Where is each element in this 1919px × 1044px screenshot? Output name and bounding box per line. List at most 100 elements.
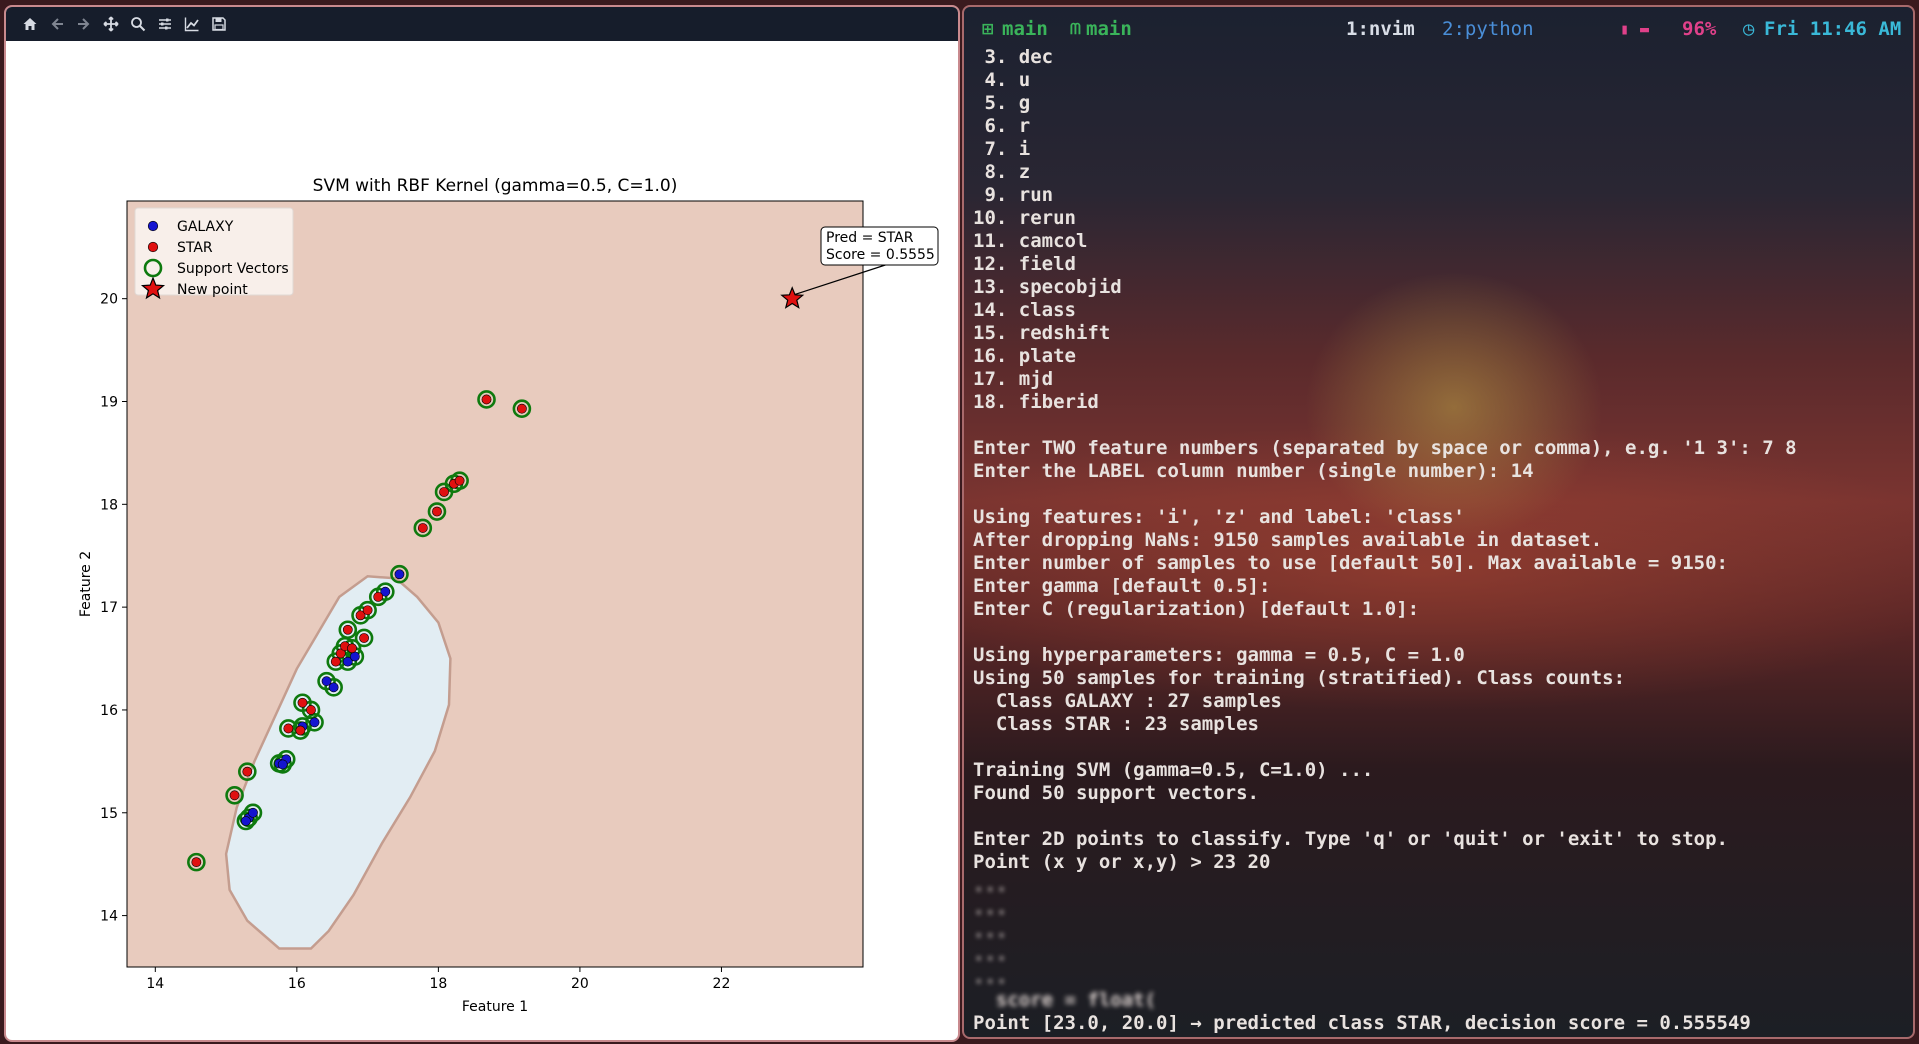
zoom-icon[interactable] <box>124 11 151 38</box>
legend-galaxy-marker <box>147 220 159 232</box>
star-point <box>191 857 202 868</box>
terminal-line: Enter 2D points to classify. Type 'q' or… <box>973 828 1728 850</box>
terminal-line: 15. redshift <box>973 322 1111 344</box>
matplotlib-toolbar <box>6 7 958 41</box>
terminal-line: Class GALAXY : 27 samples <box>973 690 1282 712</box>
legend-star-marker <box>147 241 159 253</box>
star-point <box>242 766 253 777</box>
save-icon[interactable] <box>205 11 232 38</box>
legend-label: Support Vectors <box>177 261 289 277</box>
terminal-line: 13. specobjid <box>973 276 1122 298</box>
terminal-line: 10. rerun <box>973 207 1076 229</box>
terminal-line: 4. u <box>973 69 1031 91</box>
terminal-line: Class STAR : 23 samples <box>973 713 1259 735</box>
star-point <box>342 624 353 635</box>
terminal-line: 17. mjd <box>973 368 1054 390</box>
star-point <box>306 705 316 715</box>
star-point <box>481 394 492 405</box>
terminal-line: Point (x y or x,y) > 23 20 <box>973 851 1271 873</box>
y-tick-label: 16 <box>100 703 118 719</box>
star-point <box>347 643 357 654</box>
session-name: main <box>1002 18 1048 40</box>
galaxy-point <box>248 807 258 818</box>
terminal-prompt-line[interactable] <box>973 1035 1903 1037</box>
forward-arrow-icon[interactable] <box>70 11 97 38</box>
pan-icon[interactable] <box>97 11 124 38</box>
chart-title: SVM with RBF Kernel (gamma=0.5, C=1.0) <box>313 176 678 196</box>
star-point <box>516 403 527 414</box>
terminal-line: After dropping NaNs: 9150 samples availa… <box>973 529 1603 551</box>
terminal-line: 11. camcol <box>973 230 1088 252</box>
star-point <box>417 523 428 533</box>
git-branch-icon: ᗰ <box>1070 20 1081 38</box>
star-point <box>359 633 369 643</box>
terminal-line: Enter the LABEL column number (single nu… <box>973 460 1534 482</box>
battery-level-icon: ▬ <box>1640 20 1650 38</box>
terminal-line: Point [23.0, 20.0] → predicted class STA… <box>973 1012 1751 1034</box>
star-point <box>295 725 306 736</box>
clock: Fri 11:46 AM <box>1764 18 1902 40</box>
terminal-output: 3. dec 4. u 5. g 6. r 7. i 8. z 9. run 10… <box>973 46 1903 1037</box>
annotation-score: Score = 0.5555 <box>826 247 935 263</box>
terminal-window[interactable]: ⊞ main ᗰ main 1:nvim 2:python ▮ ▬ 96% ◷ … <box>962 5 1915 1039</box>
terminal-line-blurred: ... <box>973 966 1008 988</box>
x-tick-label: 18 <box>429 976 447 992</box>
terminal-line: Using features: 'i', 'z' and label: 'cla… <box>973 506 1465 528</box>
terminal-line: Enter TWO feature numbers (separated by … <box>973 437 1797 459</box>
galaxy-point <box>328 682 339 693</box>
home-icon[interactable] <box>16 11 43 38</box>
terminal-line-blurred: ... <box>973 943 1008 965</box>
figure-canvas[interactable]: 14 16 18 20 22 14 15 16 17 18 19 20 Feature 1 Feature… <box>6 41 958 1040</box>
x-tick-label: 14 <box>146 976 164 992</box>
star-point <box>454 475 465 486</box>
terminal-line-blurred: ... <box>973 897 1008 919</box>
galaxy-point <box>240 816 251 826</box>
back-arrow-icon[interactable] <box>43 11 70 38</box>
legend-label: STAR <box>177 240 213 256</box>
y-tick-label: 17 <box>100 600 118 616</box>
y-tick-label: 14 <box>100 909 118 925</box>
legend-label: New point <box>177 282 248 298</box>
battery-percent: 96% <box>1682 18 1717 40</box>
terminal-line: Enter C (regularization) [default 1.0]: <box>973 598 1420 620</box>
svm-plot[interactable]: 14 16 18 20 22 14 15 16 17 18 19 20 Feature 1 Feature… <box>6 41 958 1040</box>
galaxy-point <box>394 569 405 580</box>
terminal-line: Using hyperparameters: gamma = 0.5, C = … <box>973 644 1465 666</box>
git-branch-name: main <box>1086 18 1132 40</box>
x-axis-label: Feature 1 <box>462 999 528 1015</box>
tab-nvim[interactable]: 1:nvim <box>1346 18 1415 40</box>
star-point <box>297 697 308 708</box>
galaxy-point <box>277 759 288 770</box>
terminal-line: Using 50 samples for training (stratifie… <box>973 667 1626 689</box>
terminal-line-blurred: ... <box>973 920 1008 942</box>
star-point <box>373 591 384 602</box>
terminal-cursor <box>973 1036 984 1037</box>
configure-subplots-icon[interactable] <box>151 11 178 38</box>
terminal-line: 5. g <box>973 92 1031 114</box>
session-icon: ⊞ <box>982 18 994 40</box>
terminal-line: 16. plate <box>973 345 1076 367</box>
star-point <box>362 605 373 616</box>
y-tick-label: 19 <box>100 394 118 410</box>
terminal-line: 18. fiberid <box>973 391 1099 413</box>
terminal-line: 8. z <box>973 161 1031 183</box>
tab-python[interactable]: 2:python <box>1442 18 1534 40</box>
x-tick-label: 20 <box>571 976 589 992</box>
x-tick-label: 16 <box>288 976 306 992</box>
terminal-line: 3. dec <box>973 46 1054 68</box>
star-point <box>432 506 442 517</box>
y-tick-label: 15 <box>100 806 118 822</box>
terminal-line-blurred: score = float( <box>973 989 1157 1011</box>
y-tick-label: 18 <box>100 497 118 513</box>
edit-axis-icon[interactable] <box>178 11 205 38</box>
y-axis-label: Feature 2 <box>78 551 94 617</box>
y-tick-label: 20 <box>100 292 118 308</box>
terminal-line: Enter number of samples to use [default … <box>973 552 1728 574</box>
terminal-line: Training SVM (gamma=0.5, C=1.0) ... <box>973 759 1374 781</box>
star-point <box>330 656 341 667</box>
terminal-line: 14. class <box>973 299 1076 321</box>
